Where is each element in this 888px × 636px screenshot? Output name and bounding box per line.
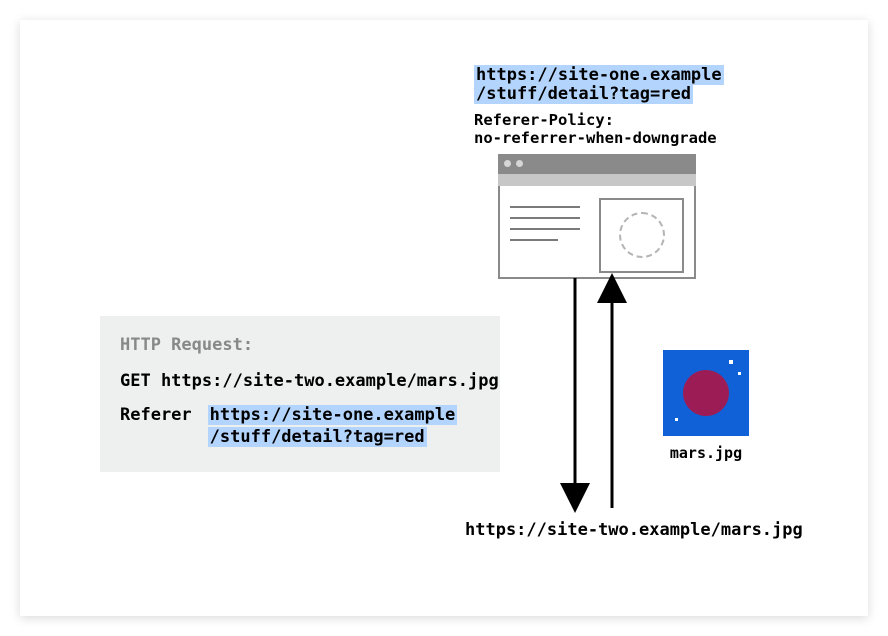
page-text-placeholder [510, 198, 591, 265]
mars-image-filename: mars.jpg [660, 444, 752, 462]
http-request-box: HTTP Request: GET https://site-two.examp… [100, 316, 500, 472]
http-referer-value: https://site-one.example /stuff/detail?t… [208, 404, 458, 448]
origin-url-line1: https://site-one.example [474, 65, 724, 85]
referer-policy-value: no-referrer-when-downgrade [474, 129, 717, 147]
http-request-title: HTTP Request: [120, 334, 484, 356]
origin-url: https://site-one.example /stuff/detail?t… [474, 66, 724, 103]
text-line [510, 206, 580, 208]
text-line [510, 239, 558, 241]
http-referer-line: Referer https://site-one.example /stuff/… [120, 404, 484, 448]
http-referer-value-line2: /stuff/detail?tag=red [208, 427, 427, 447]
diagram-canvas: https://site-one.example /stuff/detail?t… [20, 20, 868, 616]
image-loading-circle-icon [619, 212, 665, 258]
text-line [510, 217, 580, 219]
browser-viewport [498, 186, 696, 279]
origin-url-line2: /stuff/detail?tag=red [474, 84, 693, 104]
browser-titlebar [498, 154, 696, 174]
browser-urlbar [498, 174, 696, 186]
star-icon [729, 360, 733, 364]
destination-url: https://site-two.example/mars.jpg [465, 520, 803, 540]
image-placeholder-slot [599, 198, 684, 273]
window-dot [516, 160, 523, 167]
mars-image-block: mars.jpg [660, 350, 752, 462]
http-request-method-line: GET https://site-two.example/mars.jpg [120, 370, 484, 392]
referer-policy-label: Referer-Policy: [474, 111, 614, 129]
http-referer-value-line1: https://site-one.example [208, 405, 458, 425]
planet-icon [683, 370, 729, 416]
browser-window-mockup [498, 154, 696, 279]
window-dot [504, 160, 511, 167]
star-icon [675, 418, 678, 421]
mars-image-icon [663, 350, 749, 436]
window-controls [504, 160, 523, 167]
star-icon [738, 372, 741, 375]
referer-policy-text: Referer-Policy: no-referrer-when-downgra… [474, 112, 717, 148]
request-response-arrows [550, 278, 670, 508]
text-line [510, 228, 580, 230]
http-referer-label: Referer [120, 404, 208, 426]
